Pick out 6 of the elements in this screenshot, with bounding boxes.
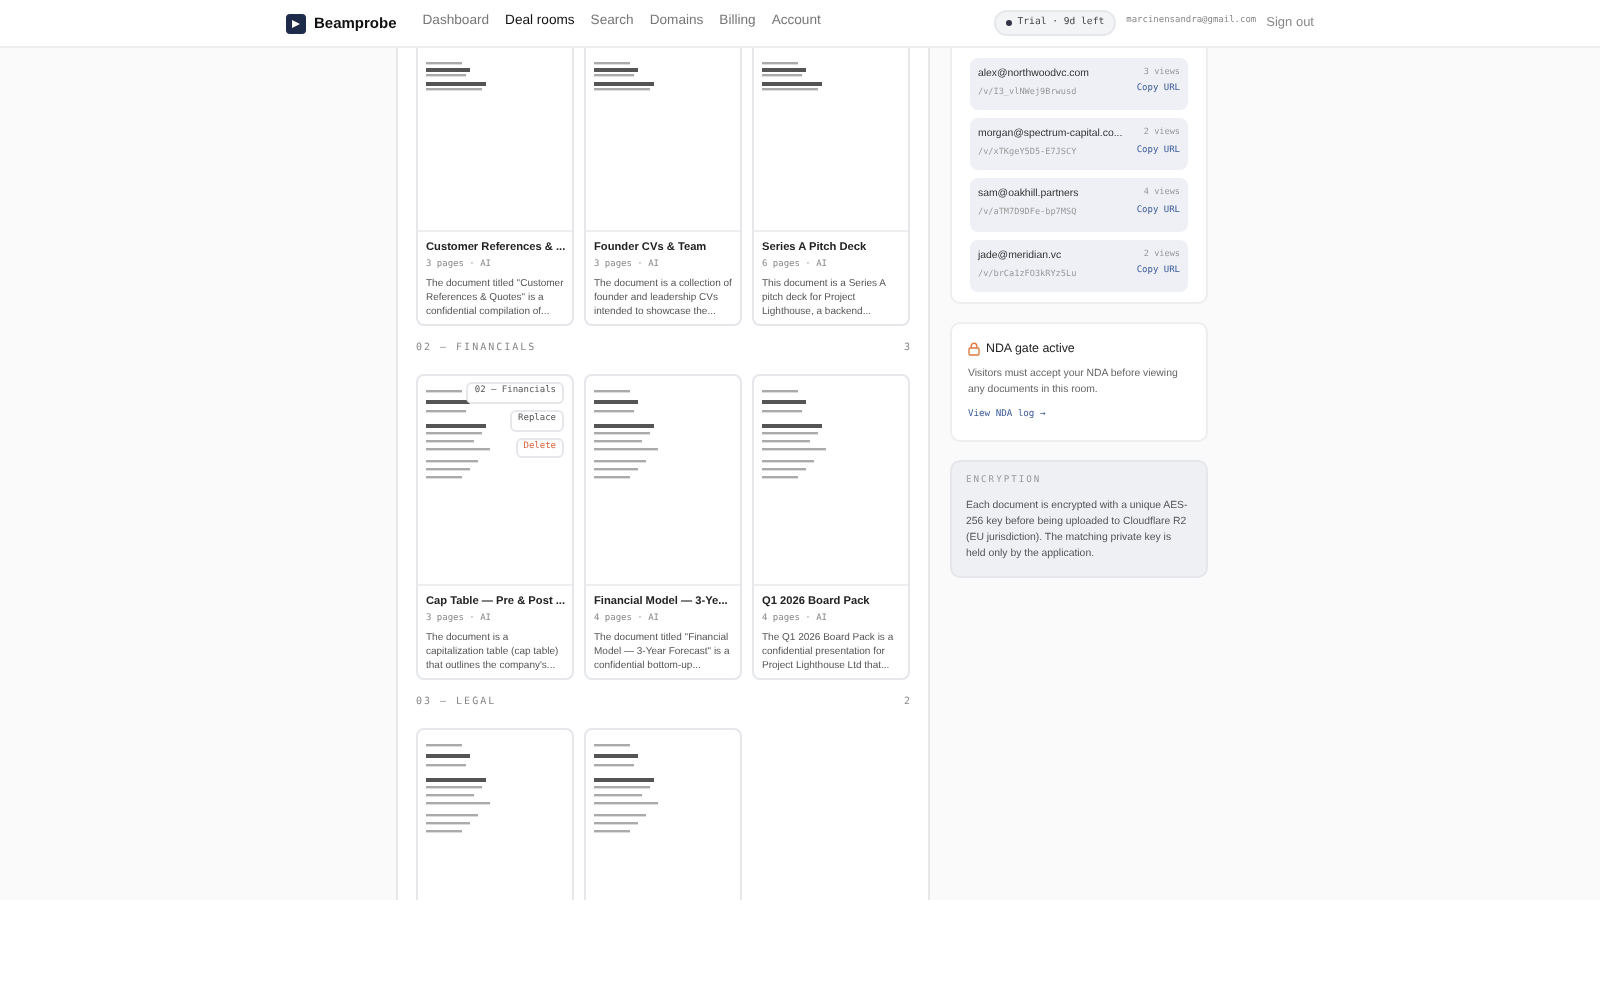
- document-preview-drawing: [426, 738, 490, 834]
- document-preview-drawing: [594, 738, 658, 834]
- logo-icon: [286, 13, 306, 33]
- lock-icon: [968, 342, 980, 357]
- document-preview-drawing: [594, 384, 658, 480]
- document-preview-drawing: [762, 384, 826, 480]
